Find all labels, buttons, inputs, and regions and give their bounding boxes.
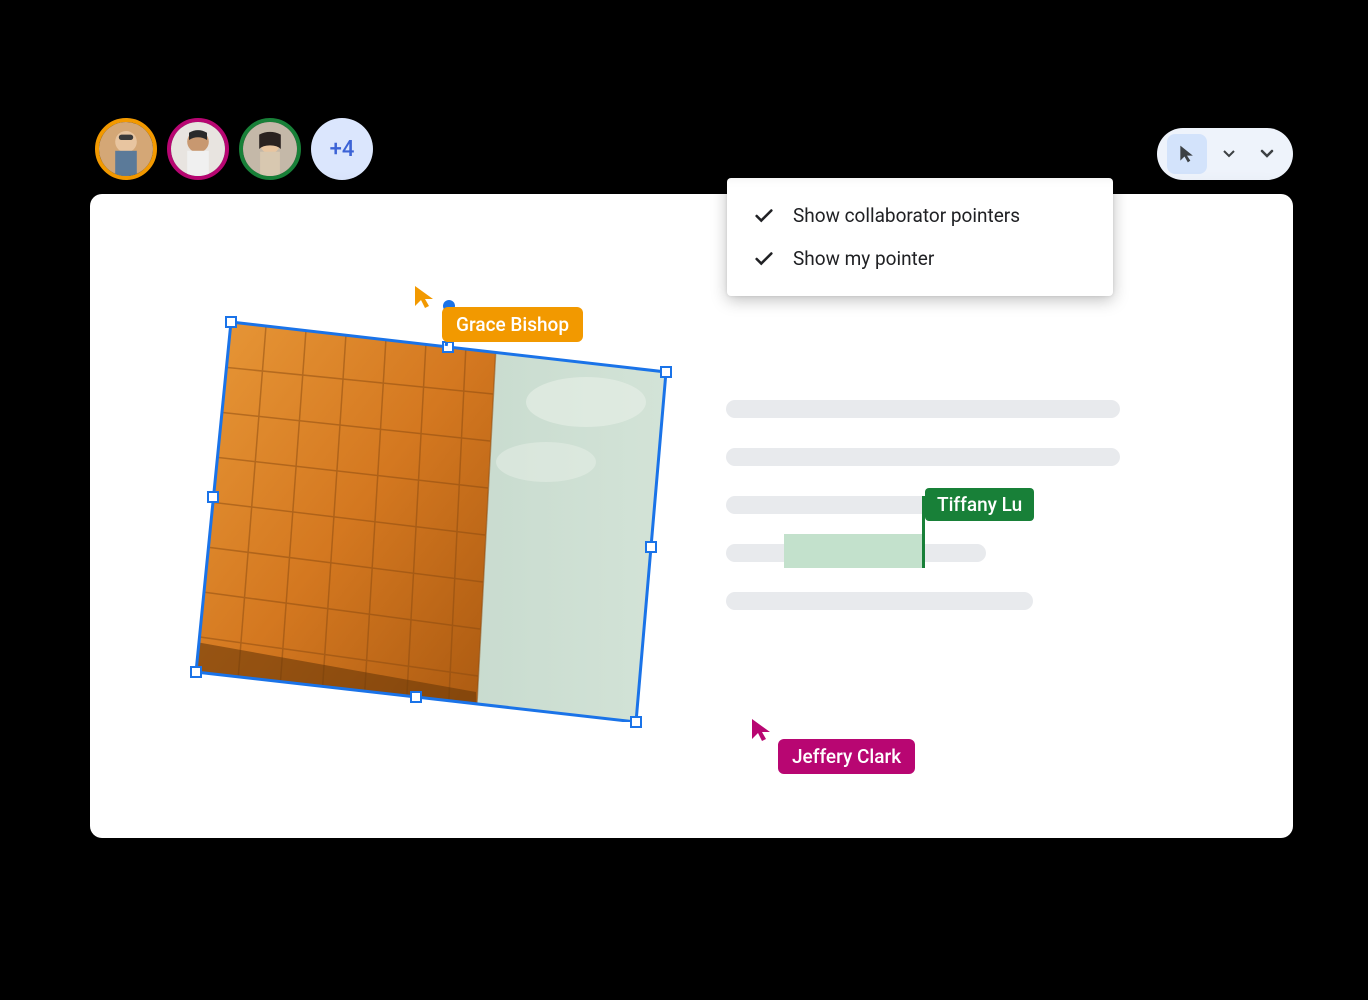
avatar-1[interactable] <box>95 118 157 180</box>
selection-handle-ml[interactable] <box>207 491 219 503</box>
text-placeholder-line <box>726 400 1120 418</box>
collaborator-avatars: +4 <box>95 118 373 180</box>
selected-image-frame[interactable] <box>166 292 676 712</box>
pointer-dropdown-button[interactable] <box>1213 134 1245 174</box>
collaborator-cursor-grace <box>413 284 437 314</box>
collaborator-text-selection-tiffany <box>784 534 922 568</box>
collaborator-label-tiffany: Tiffany Lu <box>925 488 1034 521</box>
check-icon <box>753 205 775 227</box>
selection-handle-bm[interactable] <box>410 691 422 703</box>
text-placeholder-line <box>726 448 1120 466</box>
cursor-icon <box>413 284 437 310</box>
selection-handle-mr[interactable] <box>645 541 657 553</box>
cursor-icon <box>750 717 774 743</box>
pointer-toolbar <box>1157 128 1293 180</box>
menu-item-show-collaborator-pointers[interactable]: Show collaborator pointers <box>727 194 1113 237</box>
avatar-2[interactable] <box>167 118 229 180</box>
selection-handle-tr[interactable] <box>660 366 672 378</box>
caret-down-icon <box>1223 150 1235 158</box>
pointer-tool-button[interactable] <box>1167 134 1207 174</box>
collaborator-label-jeffery: Jeffery Clark <box>778 739 915 774</box>
check-icon <box>753 248 775 270</box>
toolbar-expand-button[interactable] <box>1251 134 1283 174</box>
text-placeholder-line <box>726 496 931 514</box>
selection-handle-br[interactable] <box>630 716 642 728</box>
avatar-overflow-count[interactable]: +4 <box>311 118 373 180</box>
menu-item-label: Show collaborator pointers <box>793 204 1020 227</box>
avatar-3[interactable] <box>239 118 301 180</box>
text-placeholder-line <box>726 592 1033 610</box>
menu-item-show-my-pointer[interactable]: Show my pointer <box>727 237 1113 280</box>
selection-handle-bl[interactable] <box>190 666 202 678</box>
collaborator-label-grace: Grace Bishop <box>442 307 583 342</box>
building-image <box>166 292 686 722</box>
selection-handle-tl[interactable] <box>225 316 237 328</box>
cursor-icon <box>1177 144 1197 164</box>
pointer-options-menu: Show collaborator pointers Show my point… <box>727 178 1113 296</box>
menu-item-label: Show my pointer <box>793 247 934 270</box>
selection-handle-tm[interactable] <box>442 341 454 353</box>
collaborator-cursor-jeffery <box>750 717 774 747</box>
chevron-down-icon <box>1260 149 1274 159</box>
